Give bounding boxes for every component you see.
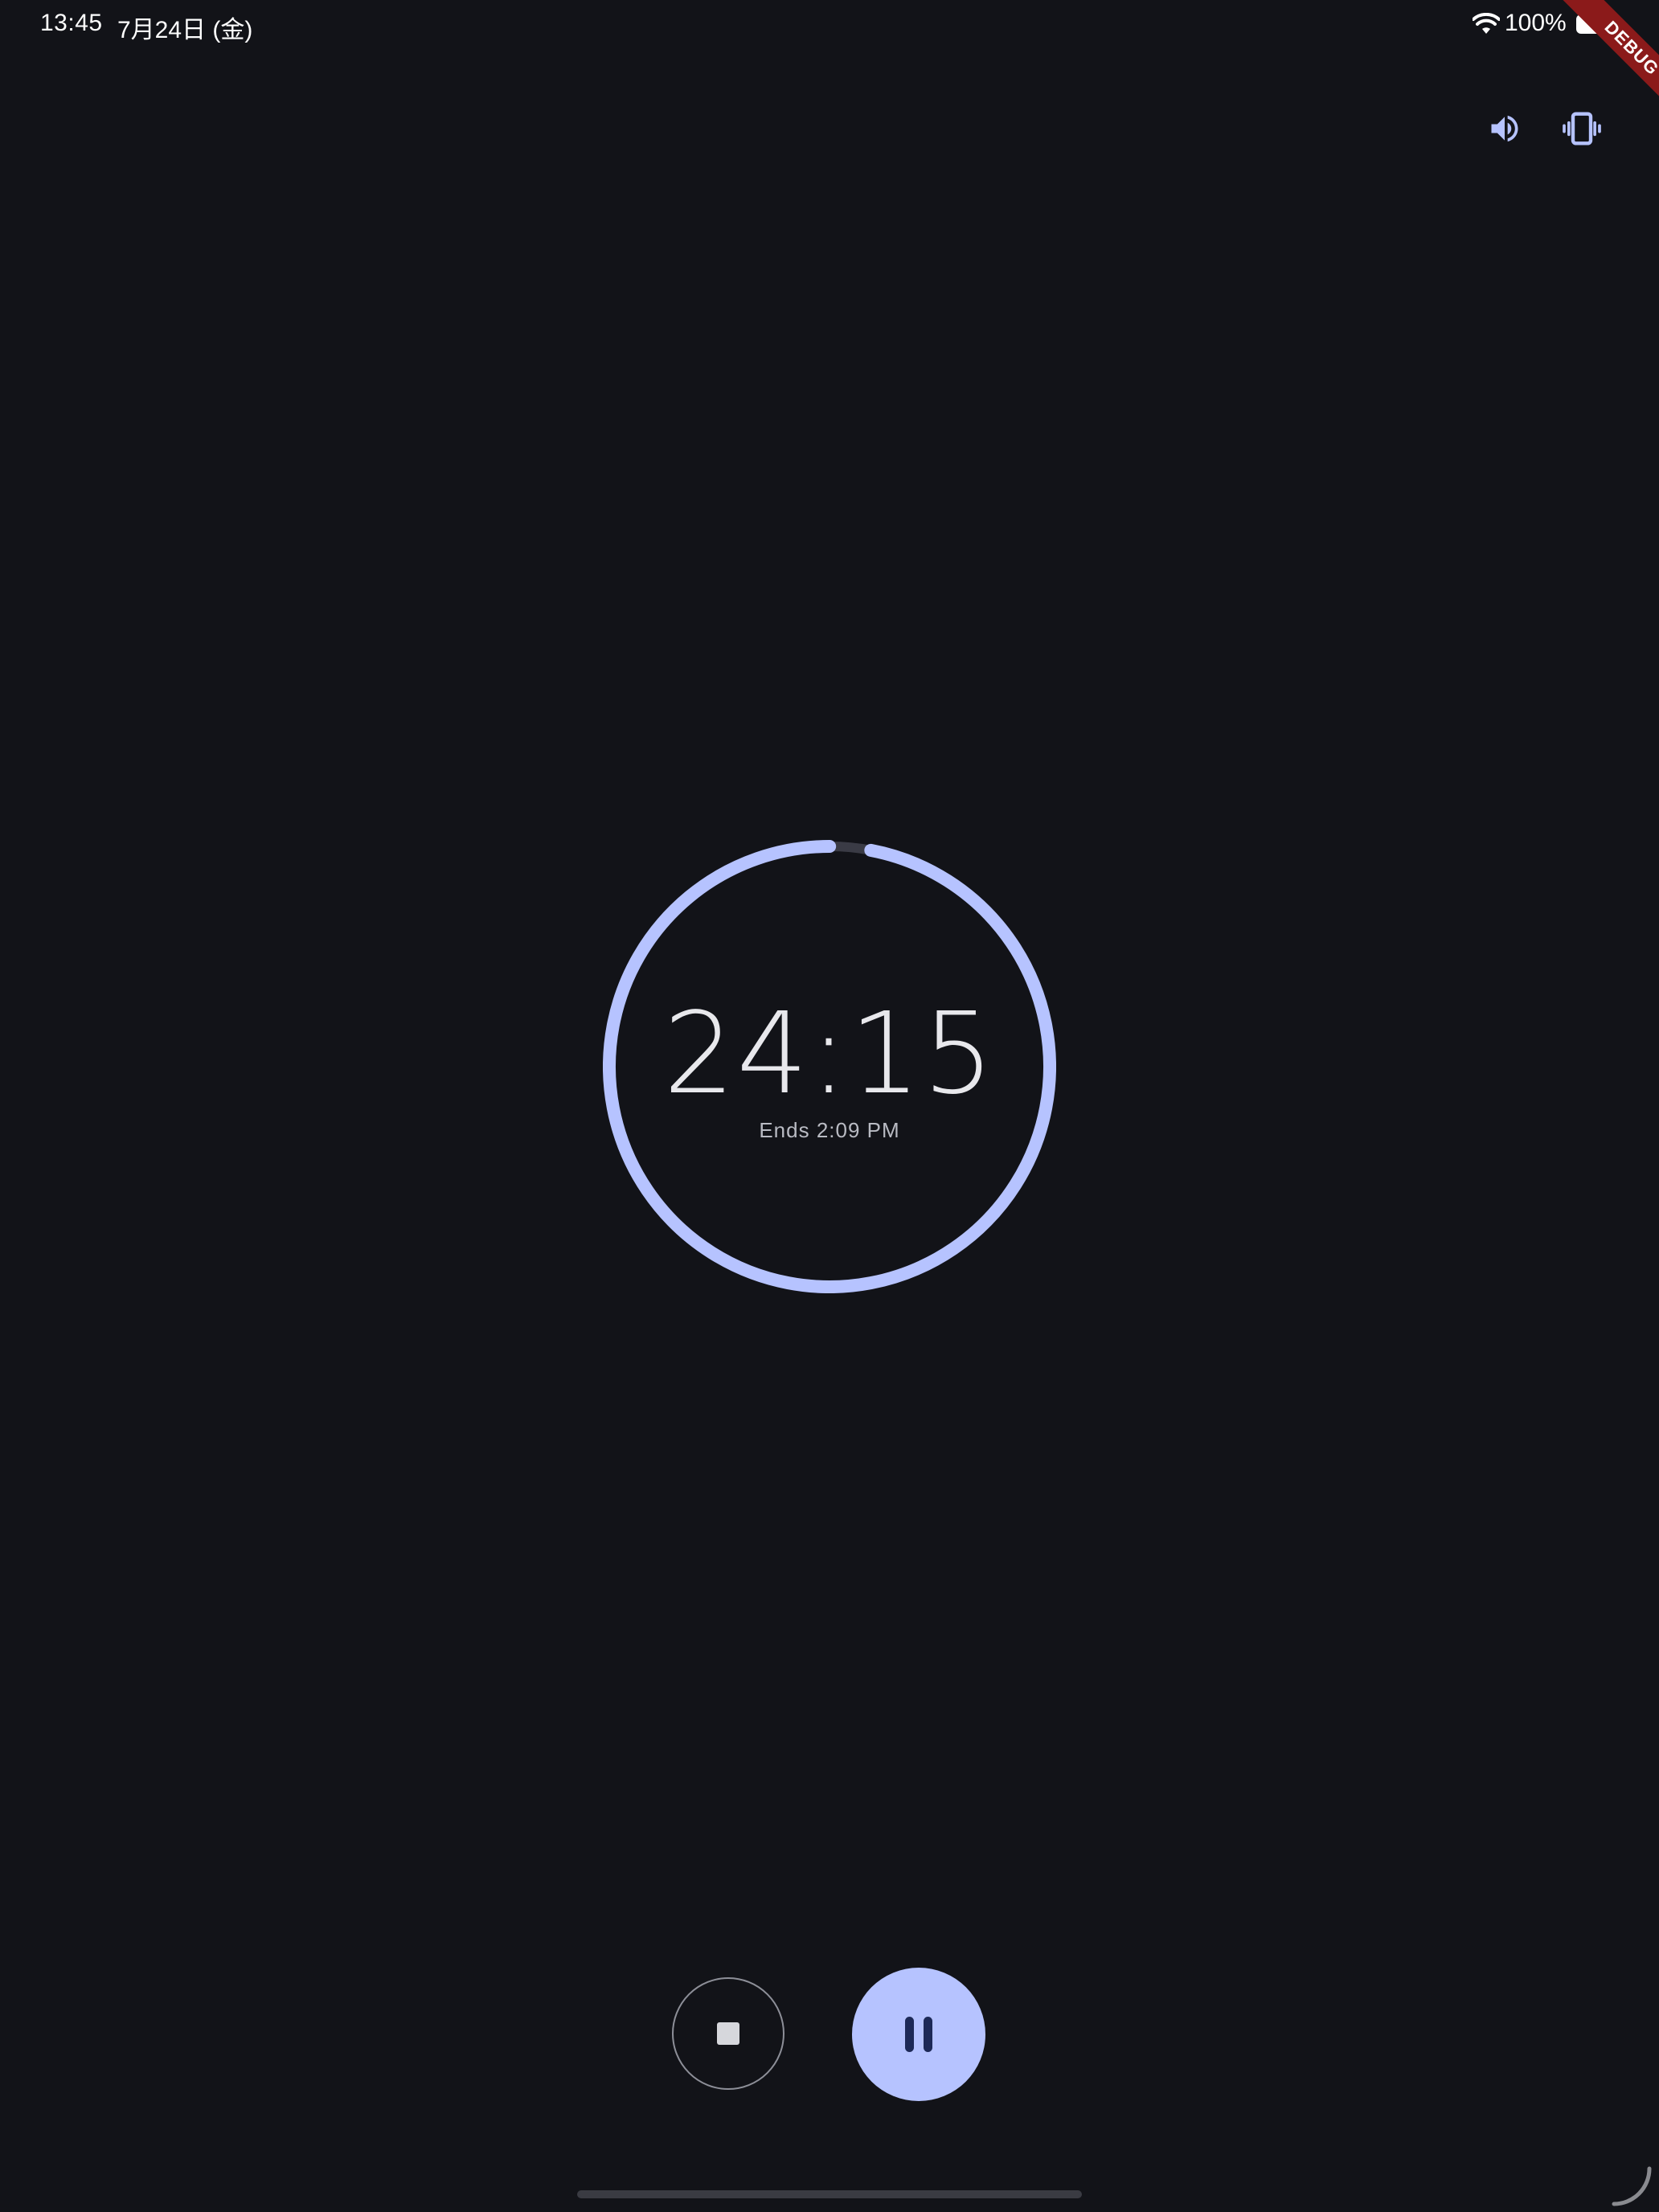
timer: 24:15 Ends 2:09 PM — [603, 840, 1056, 1293]
stop-icon — [717, 2022, 739, 2045]
status-bar: 13:45 7月24日 (金) 100% — [0, 0, 1659, 51]
pause-icon — [905, 2017, 932, 2052]
corner-resize-icon — [1612, 2166, 1652, 2206]
timer-end-time: Ends 2:09 PM — [759, 1118, 900, 1142]
pause-bar-right — [924, 2017, 932, 2052]
status-date: 7月24日 (金) — [117, 17, 253, 43]
status-time: 13:45 — [40, 10, 103, 36]
battery-full-icon — [1576, 14, 1621, 34]
volume-up-icon — [1491, 115, 1518, 142]
volume-button[interactable] — [1479, 103, 1530, 154]
home-indicator[interactable] — [577, 2190, 1082, 2198]
vibrate-icon — [1563, 112, 1601, 145]
pause-bar-left — [905, 2017, 914, 2052]
battery-percent: 100% — [1505, 10, 1567, 36]
pause-button[interactable] — [852, 1968, 985, 2101]
timer-remaining: 24:15 — [663, 989, 996, 1120]
wifi-icon — [1473, 13, 1500, 34]
stop-button[interactable] — [672, 1977, 784, 2090]
vibrate-button[interactable] — [1556, 103, 1608, 154]
